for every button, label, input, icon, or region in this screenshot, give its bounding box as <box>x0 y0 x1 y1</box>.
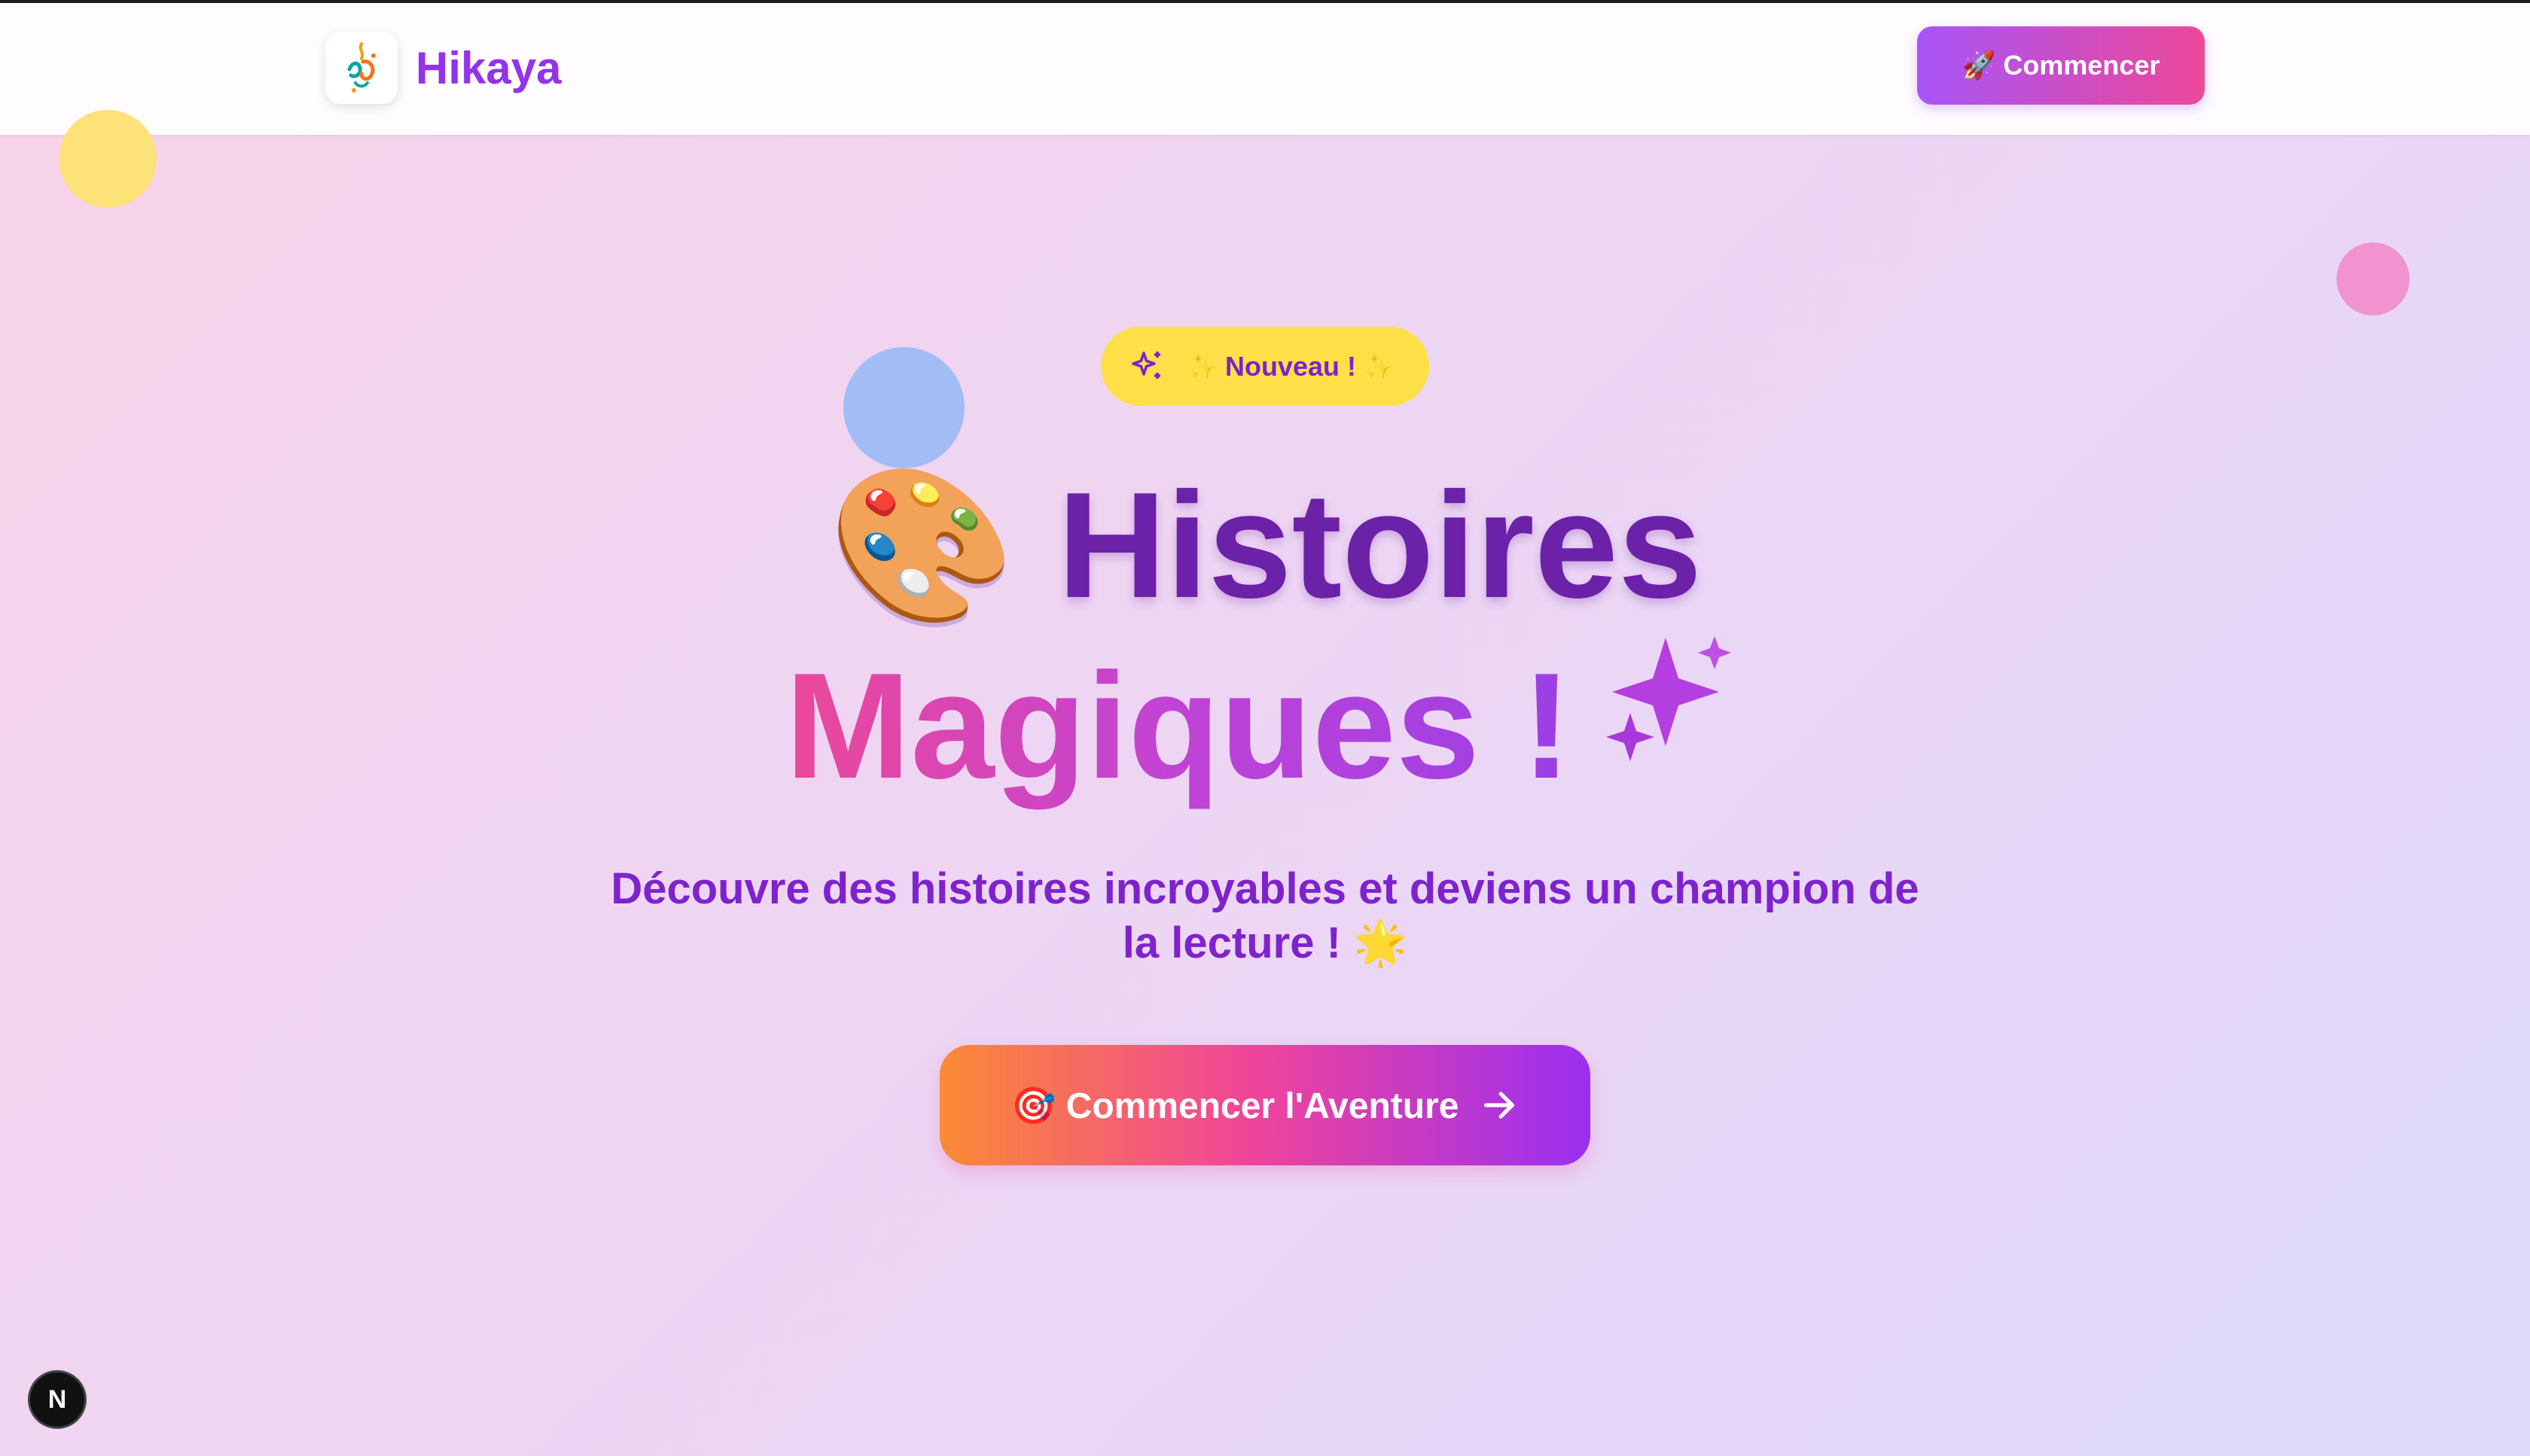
hero-title-magiques: Magiques ! <box>785 642 1572 810</box>
hero-title-line1: 🎨 Histoires <box>0 455 2530 636</box>
brand[interactable]: Hikaya <box>325 32 561 104</box>
sparkles-emoji-icon <box>1594 632 1745 814</box>
arrow-right-icon <box>1480 1086 1519 1125</box>
decorative-yellow-circle <box>59 110 157 208</box>
top-navbar: Hikaya 🚀 Commencer <box>0 3 2530 135</box>
new-badge: ✨ Nouveau ! ✨ <box>1101 327 1429 406</box>
header-start-button[interactable]: 🚀 Commencer <box>1917 26 2205 105</box>
start-adventure-button[interactable]: 🎯 Commencer l'Aventure <box>940 1045 1590 1165</box>
hero-subtitle: Découvre des histoires incroyables et de… <box>611 864 1919 967</box>
hikaya-logo-icon <box>325 32 398 104</box>
sparkle-emoji-left: ✨ <box>1187 352 1218 381</box>
decorative-blue-circle <box>843 347 965 468</box>
new-badge-label: Nouveau ! <box>1224 350 1357 382</box>
decorative-pink-circle <box>2336 242 2410 315</box>
brand-name: Hikaya <box>416 42 562 93</box>
sparkle-emoji-right: ✨ <box>1364 352 1394 381</box>
palette-emoji: 🎨 <box>828 458 1016 633</box>
start-adventure-label: 🎯 Commencer l'Aventure <box>1010 1086 1459 1126</box>
hero-title-line2: Magiques ! <box>0 636 2530 829</box>
sparkles-icon <box>1132 351 1161 379</box>
nextjs-dev-indicator[interactable]: N <box>28 1370 87 1429</box>
hero-title-histoires: Histoires <box>1057 461 1702 629</box>
